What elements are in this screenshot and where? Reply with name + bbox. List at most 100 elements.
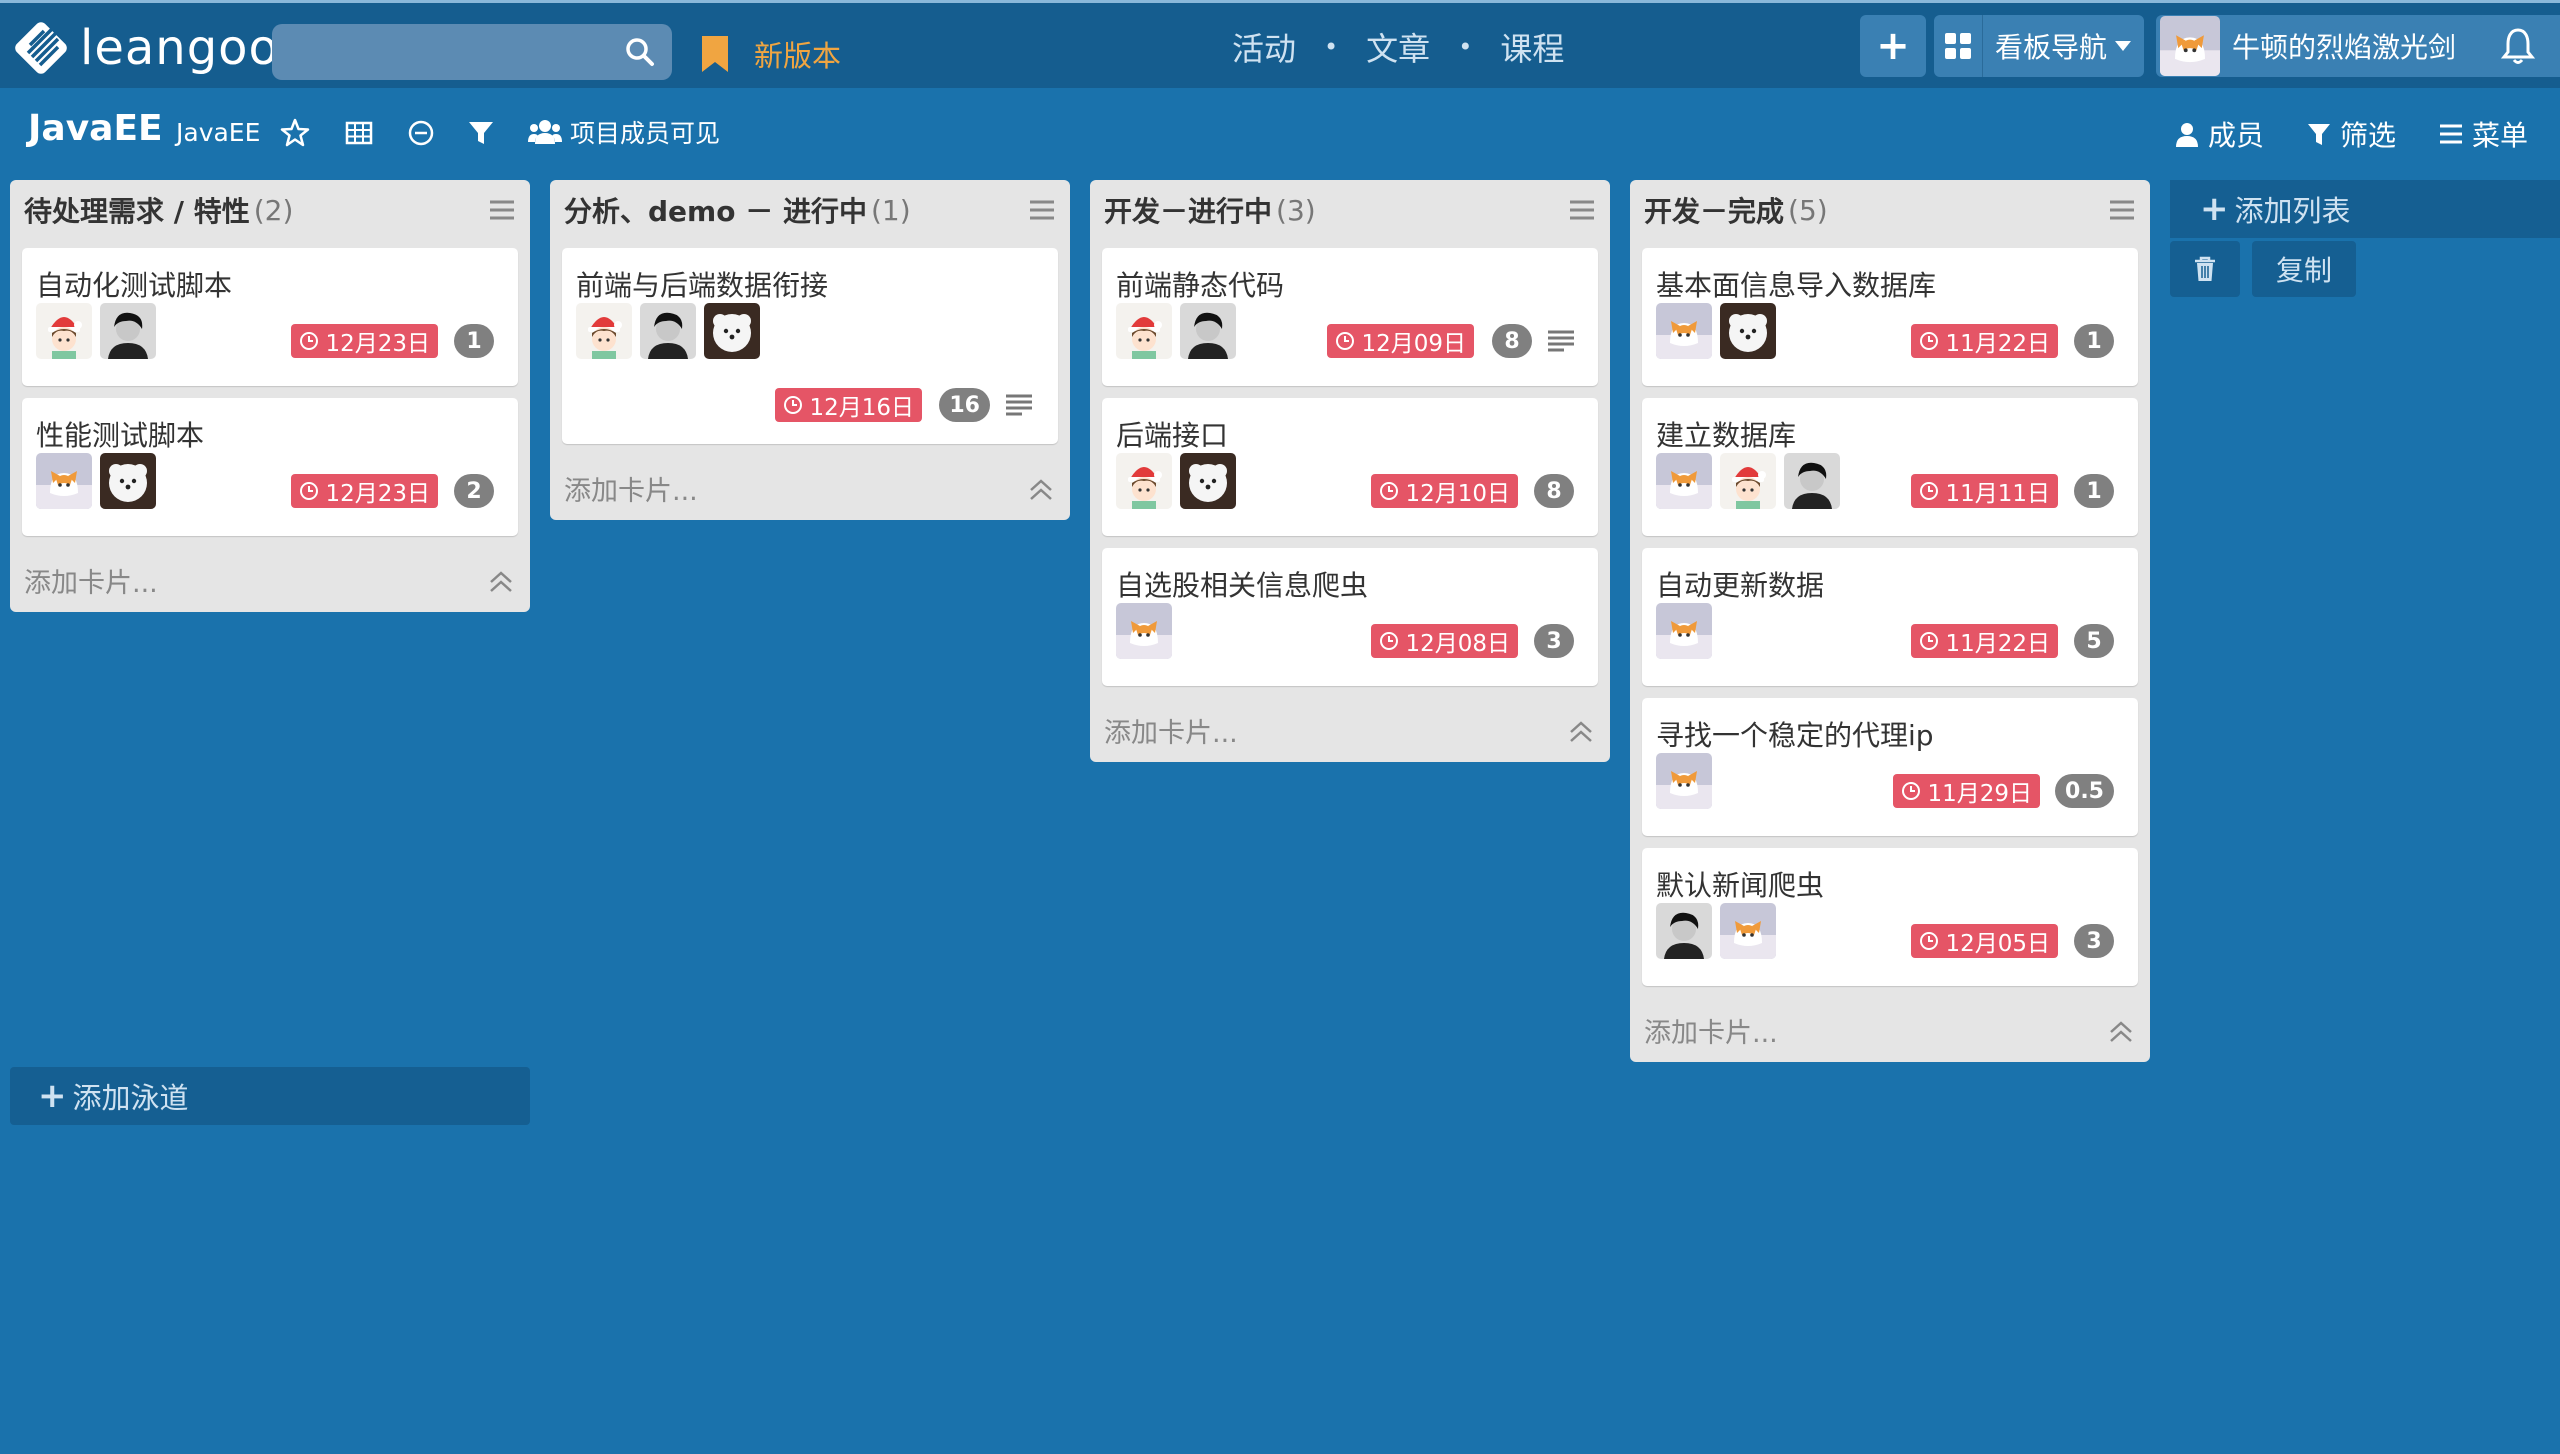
logo[interactable]: leangoo <box>12 19 279 77</box>
list-menu-icon[interactable] <box>488 198 516 222</box>
list-header[interactable]: 分析、demo － 进行中 (1) <box>550 180 1070 240</box>
board-nav-button[interactable]: 看板导航 <box>1934 15 2144 77</box>
avatar[interactable] <box>36 303 92 359</box>
card-members <box>36 453 156 509</box>
list-menu-icon[interactable] <box>1028 198 1056 222</box>
members-button[interactable]: 成员 <box>2174 114 2264 154</box>
avatar[interactable] <box>1116 603 1172 659</box>
avatar[interactable] <box>36 453 92 509</box>
avatar[interactable] <box>1656 603 1712 659</box>
card[interactable]: 后端接口 12月10日 8 <box>1102 398 1598 536</box>
card-members <box>1116 603 1172 659</box>
list-header[interactable]: 开发－进行中 (3) <box>1090 180 1610 240</box>
avatar[interactable] <box>640 303 696 359</box>
new-version-link[interactable]: 新版本 <box>700 33 841 75</box>
card-members <box>1116 303 1236 359</box>
add-lane-button[interactable]: + 添加泳道 <box>10 1067 530 1125</box>
copy-button[interactable]: 复制 <box>2252 241 2356 297</box>
nav-courses[interactable]: 课程 <box>1500 24 1564 70</box>
estimate-value: 5 <box>2086 628 2102 654</box>
card-title: 自动化测试脚本 <box>36 269 233 302</box>
avatar[interactable] <box>100 303 156 359</box>
trash-icon <box>2195 256 2215 281</box>
card[interactable]: 自动更新数据 11月22日 5 <box>1642 548 2138 686</box>
avatar[interactable] <box>1656 453 1712 509</box>
top-nav: 活动 • 文章 • 课程 <box>1232 23 1564 71</box>
collapse-up-icon[interactable] <box>1028 478 1054 502</box>
avatar[interactable] <box>1720 303 1776 359</box>
card-title: 寻找一个稳定的代理ip <box>1656 719 1934 752</box>
board-title[interactable]: JavaEE <box>28 108 163 149</box>
avatar[interactable] <box>1116 453 1172 509</box>
list-count: (2) <box>253 193 294 227</box>
add-card-label: 添加卡片... <box>1104 717 1238 749</box>
estimate-badge: 3 <box>1534 624 1574 658</box>
filter-icon <box>2308 124 2330 145</box>
menu-label: 菜单 <box>2472 119 2529 152</box>
add-card-button[interactable]: 添加卡片... <box>550 456 1070 520</box>
user-menu[interactable]: 牛顿的烈焰激光剑 <box>2156 15 2512 77</box>
avatar[interactable] <box>1180 453 1236 509</box>
collapse-up-icon[interactable] <box>488 570 514 594</box>
card[interactable]: 寻找一个稳定的代理ip 11月29日 0.5 <box>1642 698 2138 836</box>
card[interactable]: 前端与后端数据衔接 12月16日 16 <box>562 248 1058 444</box>
card-members <box>1116 453 1236 509</box>
star-icon[interactable] <box>280 118 310 148</box>
card[interactable]: 性能测试脚本 12月23日 2 <box>22 398 518 536</box>
nav-articles[interactable]: 文章 <box>1366 24 1430 70</box>
list-title: 开发－完成 <box>1644 195 1785 228</box>
avatar[interactable] <box>576 303 632 359</box>
avatar[interactable] <box>1180 303 1236 359</box>
due-date-badge: 12月23日 <box>291 474 438 508</box>
avatar[interactable] <box>1720 453 1776 509</box>
list-header[interactable]: 待处理需求 / 特性 (2) <box>10 180 530 240</box>
search-input[interactable] <box>272 24 672 80</box>
due-date: 12月05日 <box>1945 931 2050 957</box>
filter-button[interactable]: 筛选 <box>2306 114 2396 154</box>
due-date: 12月23日 <box>325 331 430 357</box>
avatar[interactable] <box>1784 453 1840 509</box>
add-card-button[interactable]: 添加卡片... <box>1090 698 1610 762</box>
notifications-button[interactable] <box>2476 15 2560 77</box>
card-title: 前端与后端数据衔接 <box>576 269 829 302</box>
avatar[interactable] <box>1656 303 1712 359</box>
list-header[interactable]: 开发－完成 (5) <box>1630 180 2150 240</box>
board-project-name[interactable]: JavaEE <box>176 118 260 147</box>
card[interactable]: 自选股相关信息爬虫 12月08日 3 <box>1102 548 1598 686</box>
visibility-setting[interactable]: 项目成员可见 <box>528 114 720 150</box>
avatar[interactable] <box>1720 903 1776 959</box>
avatar[interactable] <box>704 303 760 359</box>
table-view-icon[interactable] <box>344 118 374 148</box>
collapse-up-icon[interactable] <box>1568 720 1594 744</box>
estimate-value: 8 <box>1504 328 1520 354</box>
avatar[interactable] <box>1116 303 1172 359</box>
card[interactable]: 默认新闻爬虫 12月05日 3 <box>1642 848 2138 986</box>
add-button[interactable]: + <box>1860 15 1926 77</box>
list-count: (5) <box>1788 193 1828 227</box>
board-nav-label: 看板导航 <box>1995 31 2108 64</box>
collapse-up-icon[interactable] <box>2108 1020 2134 1044</box>
add-card-button[interactable]: 添加卡片... <box>1630 998 2150 1062</box>
avatar[interactable] <box>100 453 156 509</box>
collapse-icon[interactable] <box>406 118 436 148</box>
card[interactable]: 前端静态代码 12月09日 8 <box>1102 248 1598 386</box>
hamburger-icon <box>2440 124 2462 144</box>
due-date-badge: 12月09日 <box>1327 324 1474 358</box>
avatar[interactable] <box>1656 753 1712 809</box>
add-list-button[interactable]: + 添加列表 <box>2170 180 2560 238</box>
list-menu-icon[interactable] <box>1568 198 1596 222</box>
search-icon[interactable] <box>624 36 656 68</box>
card[interactable]: 自动化测试脚本 12月23日 1 <box>22 248 518 386</box>
filter-icon[interactable] <box>466 118 496 148</box>
estimate-badge: 3 <box>2074 924 2114 958</box>
board-header: JavaEE JavaEE 项目成员可见 成员 筛选 菜单 <box>0 88 2560 174</box>
card[interactable]: 基本面信息导入数据库 11月22日 1 <box>1642 248 2138 386</box>
nav-activity[interactable]: 活动 <box>1232 24 1296 70</box>
list-menu-icon[interactable] <box>2108 198 2136 222</box>
menu-button[interactable]: 菜单 <box>2438 114 2528 154</box>
avatar[interactable] <box>1656 903 1712 959</box>
nav-separator: • <box>1458 33 1473 61</box>
card[interactable]: 建立数据库 11月11日 1 <box>1642 398 2138 536</box>
delete-button[interactable] <box>2170 241 2240 297</box>
add-card-button[interactable]: 添加卡片... <box>10 548 530 612</box>
